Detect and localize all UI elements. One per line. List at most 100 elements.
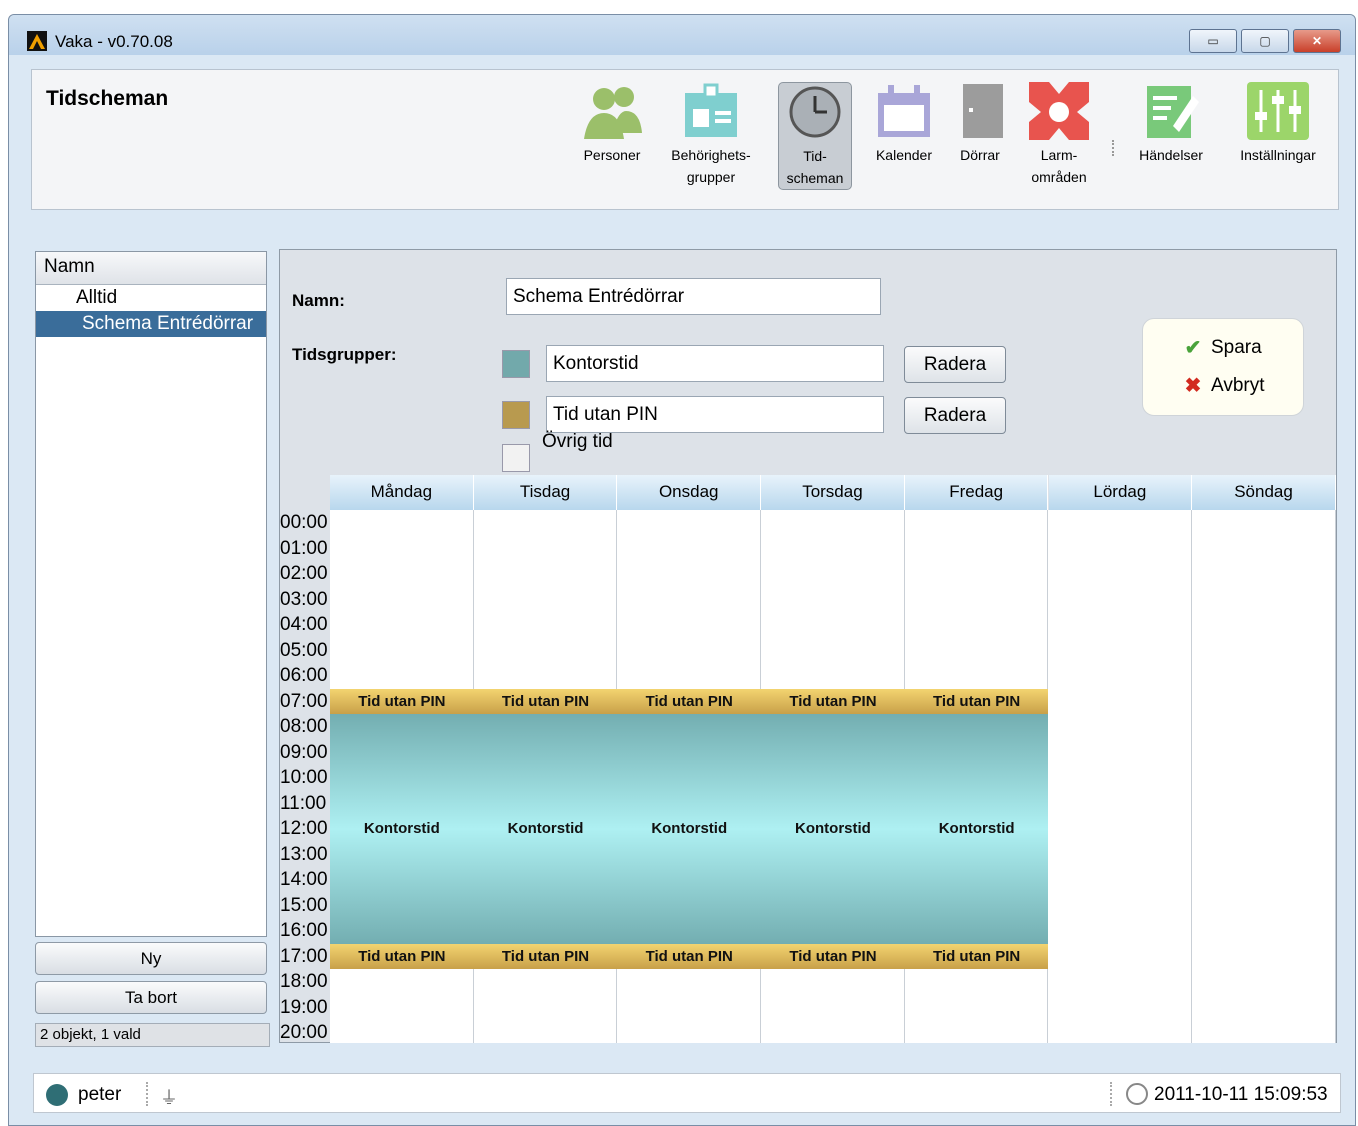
- toolbar-button-händelser[interactable]: Händelser: [1128, 82, 1214, 166]
- list-status: 2 objekt, 1 vald: [35, 1023, 270, 1047]
- toolbar-button-inställningar[interactable]: Inställningar: [1228, 82, 1328, 166]
- events-icon: [1140, 82, 1202, 140]
- schedule-block[interactable]: Tid utan PIN: [617, 943, 762, 969]
- hour-label: 11:00: [280, 792, 327, 814]
- toolbar-button-larm[interactable]: Larm-områden: [1018, 82, 1100, 188]
- day-column[interactable]: [1049, 510, 1193, 1043]
- calendar-icon: [873, 82, 935, 140]
- hour-label: 19:00: [280, 996, 328, 1018]
- alarm-area-icon: [1028, 82, 1090, 140]
- schedule-block[interactable]: Tid utan PIN: [761, 688, 905, 714]
- settings-icon: [1247, 82, 1309, 140]
- toolbar-label: Behörighets-: [671, 147, 751, 163]
- name-label: Namn:: [292, 291, 345, 310]
- schedule-block[interactable]: Kontorstid: [761, 714, 905, 944]
- new-button[interactable]: Ny: [35, 942, 267, 975]
- hour-label: 14:00: [280, 869, 328, 890]
- clock-icon: [1126, 1083, 1148, 1105]
- schedule-block[interactable]: Kontorstid: [904, 714, 1049, 944]
- status-separator: [146, 1082, 148, 1106]
- hour-label: 15:00: [280, 894, 328, 916]
- toolbar-label: Inställningar: [1240, 147, 1316, 163]
- save-button[interactable]: ✔ Spara: [1181, 335, 1262, 360]
- toolbar-label: Kalender: [875, 147, 933, 163]
- schedule-block[interactable]: Kontorstid: [617, 714, 762, 944]
- delete-button[interactable]: Ta bort: [35, 981, 267, 1014]
- group-color-swatch[interactable]: [502, 350, 530, 378]
- status-bar: peter ⏚ 2011-10-11 15:09:53: [33, 1073, 1341, 1113]
- main-toolbar: Tidscheman Personer Behörighets-grupper Ti…: [31, 69, 1339, 210]
- list-item-selected[interactable]: Schema Entrédörrar: [36, 311, 266, 337]
- save-cancel-panel: ✔ Spara ✖ Avbryt: [1142, 318, 1304, 416]
- cross-icon: ✖: [1184, 375, 1202, 397]
- toolbar-label: Dörrar: [960, 147, 1000, 163]
- toolbar-button-dörrar[interactable]: Dörrar: [952, 82, 1008, 166]
- hour-label: 04:00: [280, 614, 328, 635]
- group-name-field[interactable]: Kontorstid: [546, 345, 884, 382]
- connection-icon: ⏚: [160, 1088, 178, 1108]
- maximize-button[interactable]: ▢: [1241, 29, 1289, 53]
- schedule-block[interactable]: Tid utan PIN: [473, 943, 618, 969]
- hour-label: 05:00: [280, 639, 328, 661]
- status-datetime: 2011-10-11 15:09:53: [1154, 1084, 1328, 1105]
- schedule-block[interactable]: Kontorstid: [330, 714, 474, 944]
- calendar-grid[interactable]: Tid utan PIN Kontorstid Tid utan PIN Tid ut…: [330, 510, 1336, 1043]
- hour-label: 18:00: [280, 971, 328, 992]
- hour-label: 06:00: [280, 665, 328, 686]
- group-color-swatch[interactable]: [502, 401, 530, 429]
- name-field[interactable]: Schema Entrédörrar: [506, 278, 881, 315]
- minimize-button[interactable]: ▭: [1189, 29, 1237, 53]
- schedule-block[interactable]: Tid utan PIN: [761, 943, 905, 969]
- hour-label: 01:00: [280, 537, 328, 559]
- clock-icon: [784, 83, 846, 141]
- close-button[interactable]: ✕: [1293, 29, 1341, 53]
- schedule-block[interactable]: Tid utan PIN: [330, 943, 474, 969]
- badge-icon: [680, 82, 742, 140]
- other-time-label: Övrig tid: [542, 431, 613, 452]
- day-header: Onsdag: [617, 475, 762, 510]
- toolbar-label: Personer: [583, 147, 641, 163]
- current-user: peter: [78, 1084, 122, 1105]
- hour-label: 17:00: [280, 945, 328, 967]
- schedule-block[interactable]: Tid utan PIN: [904, 688, 1049, 714]
- schedule-block[interactable]: Tid utan PIN: [473, 688, 618, 714]
- hour-label: 03:00: [280, 588, 328, 610]
- cancel-label: Avbryt: [1211, 374, 1265, 396]
- day-header: Fredag: [904, 475, 1049, 510]
- cancel-button[interactable]: ✖ Avbryt: [1181, 373, 1265, 398]
- schedule-block[interactable]: Tid utan PIN: [904, 943, 1049, 969]
- toolbar-button-personer[interactable]: Personer: [572, 82, 652, 166]
- check-icon: ✔: [1184, 337, 1202, 359]
- door-icon: [952, 82, 1014, 140]
- toolbar-button-kalender[interactable]: Kalender: [866, 82, 942, 166]
- hour-label: 20:00: [280, 1022, 328, 1043]
- schedule-block[interactable]: Kontorstid: [473, 714, 618, 944]
- schedule-block[interactable]: Tid utan PIN: [617, 688, 762, 714]
- save-label: Spara: [1211, 336, 1262, 358]
- hour-label: 12:00: [280, 818, 328, 839]
- day-header: Torsdag: [761, 475, 905, 510]
- delete-group-button[interactable]: Radera: [904, 346, 1006, 383]
- schedule-list: Namn Alltid Schema Entrédörrar: [35, 251, 267, 937]
- window-title: Vaka - v0.70.08: [55, 32, 173, 51]
- hour-label: 13:00: [280, 843, 328, 865]
- other-time-swatch[interactable]: [502, 444, 530, 472]
- hour-label: 07:00: [280, 690, 328, 712]
- app-window: Vaka - v0.70.08 ▭ ▢ ✕ Tidscheman Persone…: [8, 14, 1356, 1126]
- day-column[interactable]: [1192, 510, 1336, 1043]
- toolbar-button-tid[interactable]: Tid-scheman: [778, 82, 852, 190]
- page-title: Tidscheman: [46, 87, 169, 110]
- user-icon: [46, 1084, 68, 1106]
- status-separator: [1110, 1082, 1112, 1106]
- group-name-field[interactable]: Tid utan PIN: [546, 396, 884, 433]
- title-bar: Vaka - v0.70.08 ▭ ▢ ✕: [9, 15, 1355, 55]
- delete-group-button[interactable]: Radera: [904, 397, 1006, 434]
- list-item[interactable]: Alltid: [36, 285, 266, 311]
- people-icon: [581, 82, 643, 140]
- toolbar-label: scheman: [786, 170, 844, 186]
- toolbar-button-behörighets[interactable]: Behörighets-grupper: [662, 82, 760, 188]
- list-header-name[interactable]: Namn: [36, 252, 266, 285]
- toolbar-label: Larm-: [1040, 147, 1078, 163]
- schedule-block[interactable]: Tid utan PIN: [330, 688, 474, 714]
- day-header: Måndag: [330, 475, 474, 510]
